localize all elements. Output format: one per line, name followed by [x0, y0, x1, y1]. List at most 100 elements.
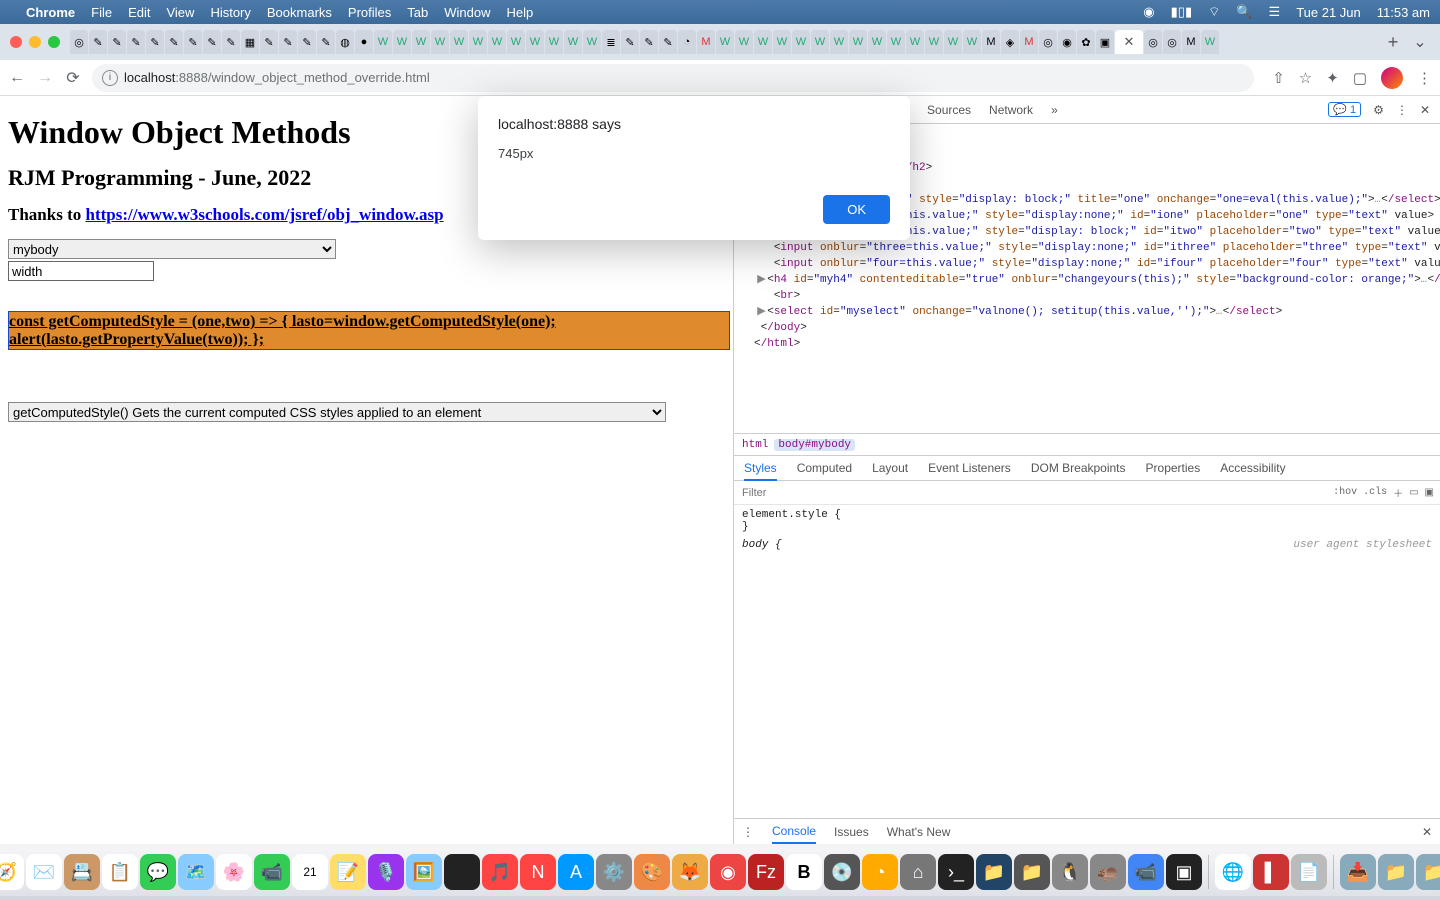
screen-record-icon[interactable]: ◉	[1143, 4, 1154, 20]
crumb-html[interactable]: html	[742, 439, 768, 451]
rendering-icon[interactable]: ▣	[1425, 487, 1434, 499]
app-icon[interactable]: 🎨	[634, 854, 670, 890]
drawer-close-icon[interactable]: ✕	[1422, 825, 1432, 839]
app-icon[interactable]: 💿	[824, 854, 860, 890]
news-icon[interactable]: N	[520, 854, 556, 890]
devtools-close-icon[interactable]: ✕	[1420, 103, 1430, 117]
minimize-window-button[interactable]	[29, 36, 41, 48]
menu-app[interactable]: Chrome	[26, 5, 75, 20]
app-icon[interactable]: 📄	[1291, 854, 1327, 890]
style-rule[interactable]: element.style {	[742, 509, 1432, 521]
alert-ok-button[interactable]: OK	[823, 195, 890, 224]
bookmark-icon[interactable]: ☆	[1299, 69, 1312, 87]
tab-item[interactable]: M	[697, 30, 715, 54]
tab-item[interactable]: ✎	[165, 30, 183, 54]
input-two[interactable]	[8, 261, 154, 281]
select-method[interactable]: getComputedStyle() Gets the current comp…	[8, 402, 666, 422]
profile-avatar[interactable]	[1381, 67, 1403, 89]
devtools-settings-icon[interactable]: ⚙	[1373, 103, 1384, 117]
tab-item[interactable]: ◎	[1039, 30, 1057, 54]
tab-item[interactable]: ●	[355, 30, 373, 54]
tab-item[interactable]: ◎	[1163, 30, 1181, 54]
menu-tab[interactable]: Tab	[407, 5, 428, 20]
tab-item[interactable]: W	[507, 30, 525, 54]
share-icon[interactable]: ⇧	[1272, 69, 1285, 87]
podcasts-icon[interactable]: 🎙️	[368, 854, 404, 890]
tab-item[interactable]: ✎	[621, 30, 639, 54]
app-icon[interactable]: B	[786, 854, 822, 890]
tab-item[interactable]: ✎	[222, 30, 240, 54]
tab-item[interactable]: W	[735, 30, 753, 54]
tab-item[interactable]: W	[830, 30, 848, 54]
layout-tab[interactable]: Layout	[872, 461, 908, 475]
app-icon[interactable]: 🐧	[1052, 854, 1088, 890]
photos-icon[interactable]: 🌸	[216, 854, 252, 890]
facetime-icon[interactable]: 📹	[254, 854, 290, 890]
app-icon[interactable]: 📁	[976, 854, 1012, 890]
devtools-tab[interactable]: Sources	[927, 103, 971, 117]
app-icon[interactable]: ◔	[862, 854, 898, 890]
tab-item[interactable]: W	[1201, 30, 1219, 54]
menu-window[interactable]: Window	[444, 5, 490, 20]
folder-icon[interactable]: 📁	[1378, 854, 1414, 890]
sidepanel-icon[interactable]: ▢	[1353, 69, 1367, 87]
terminal-icon[interactable]: ›_	[938, 854, 974, 890]
app-icon[interactable]: ⌂	[900, 854, 936, 890]
devtools-tab[interactable]: Network	[989, 103, 1033, 117]
tab-item[interactable]: ◈	[1001, 30, 1019, 54]
app-icon[interactable]: ▌	[1253, 854, 1289, 890]
site-info-icon[interactable]: i	[102, 70, 118, 86]
reminders-icon[interactable]: 📋	[102, 854, 138, 890]
tab-item[interactable]: ✎	[260, 30, 278, 54]
tab-item[interactable]: W	[545, 30, 563, 54]
tab-item[interactable]: ✎	[317, 30, 335, 54]
tv-icon[interactable]	[444, 854, 480, 890]
select-one[interactable]: mybody	[8, 239, 336, 259]
menu-view[interactable]: View	[166, 5, 194, 20]
tab-item[interactable]: ✎	[127, 30, 145, 54]
tab-item[interactable]: M	[1182, 30, 1200, 54]
tab-item[interactable]: W	[716, 30, 734, 54]
tabs-dropdown-icon[interactable]: ⌄	[1406, 32, 1434, 52]
menu-bookmarks[interactable]: Bookmarks	[267, 5, 332, 20]
appstore-icon[interactable]: A	[558, 854, 594, 890]
tab-item[interactable]: W	[412, 30, 430, 54]
app-icon[interactable]: 🦛	[1090, 854, 1126, 890]
w3schools-link[interactable]: https://www.w3schools.com/jsref/obj_wind…	[85, 205, 443, 224]
menu-file[interactable]: File	[91, 5, 112, 20]
chrome-menu-icon[interactable]: ⋮	[1417, 69, 1432, 87]
menu-edit[interactable]: Edit	[128, 5, 150, 20]
tab-item[interactable]: W	[811, 30, 829, 54]
tab-item[interactable]: ▦	[241, 30, 259, 54]
elements-line[interactable]: <input onblur="four=this.value;" style="…	[744, 256, 1440, 272]
tab-item[interactable]: ◎	[70, 30, 88, 54]
address-bar[interactable]: i localhost:8888/window_object_method_ov…	[92, 64, 1254, 92]
music-icon[interactable]: 🎵	[482, 854, 518, 890]
styles-filter-input[interactable]	[740, 486, 1327, 500]
preview-icon[interactable]: 🖼️	[406, 854, 442, 890]
tab-item[interactable]: W	[963, 30, 981, 54]
messages-icon[interactable]: 💬	[140, 854, 176, 890]
event-listeners-tab[interactable]: Event Listeners	[928, 461, 1011, 475]
drawer-issues-tab[interactable]: Issues	[834, 825, 869, 839]
app-icon[interactable]: ◉	[710, 854, 746, 890]
elements-line[interactable]: ▶<select id="myselect" onchange="valnone…	[744, 304, 1440, 320]
tab-item[interactable]: ◔	[678, 30, 696, 54]
maps-icon[interactable]: 🗺️	[178, 854, 214, 890]
drawer-console-tab[interactable]: Console	[772, 824, 816, 844]
menu-time[interactable]: 11:53 am	[1377, 5, 1430, 20]
computed-tab[interactable]: Computed	[797, 461, 852, 475]
new-style-icon[interactable]: ＋	[1393, 485, 1403, 501]
tab-item[interactable]: ✎	[279, 30, 297, 54]
elements-line[interactable]: </body>	[744, 320, 1440, 336]
chrome-icon[interactable]: 🌐	[1215, 854, 1251, 890]
tab-item[interactable]: W	[849, 30, 867, 54]
tab-item[interactable]: W	[431, 30, 449, 54]
calendar-icon[interactable]: 21	[292, 854, 328, 890]
issues-badge[interactable]: 💬 1	[1328, 102, 1361, 117]
safari-icon[interactable]: 🧭	[0, 854, 24, 890]
properties-tab[interactable]: Properties	[1146, 461, 1201, 475]
settings-icon[interactable]: ⚙️	[596, 854, 632, 890]
tab-item[interactable]: W	[564, 30, 582, 54]
menu-help[interactable]: Help	[507, 5, 534, 20]
